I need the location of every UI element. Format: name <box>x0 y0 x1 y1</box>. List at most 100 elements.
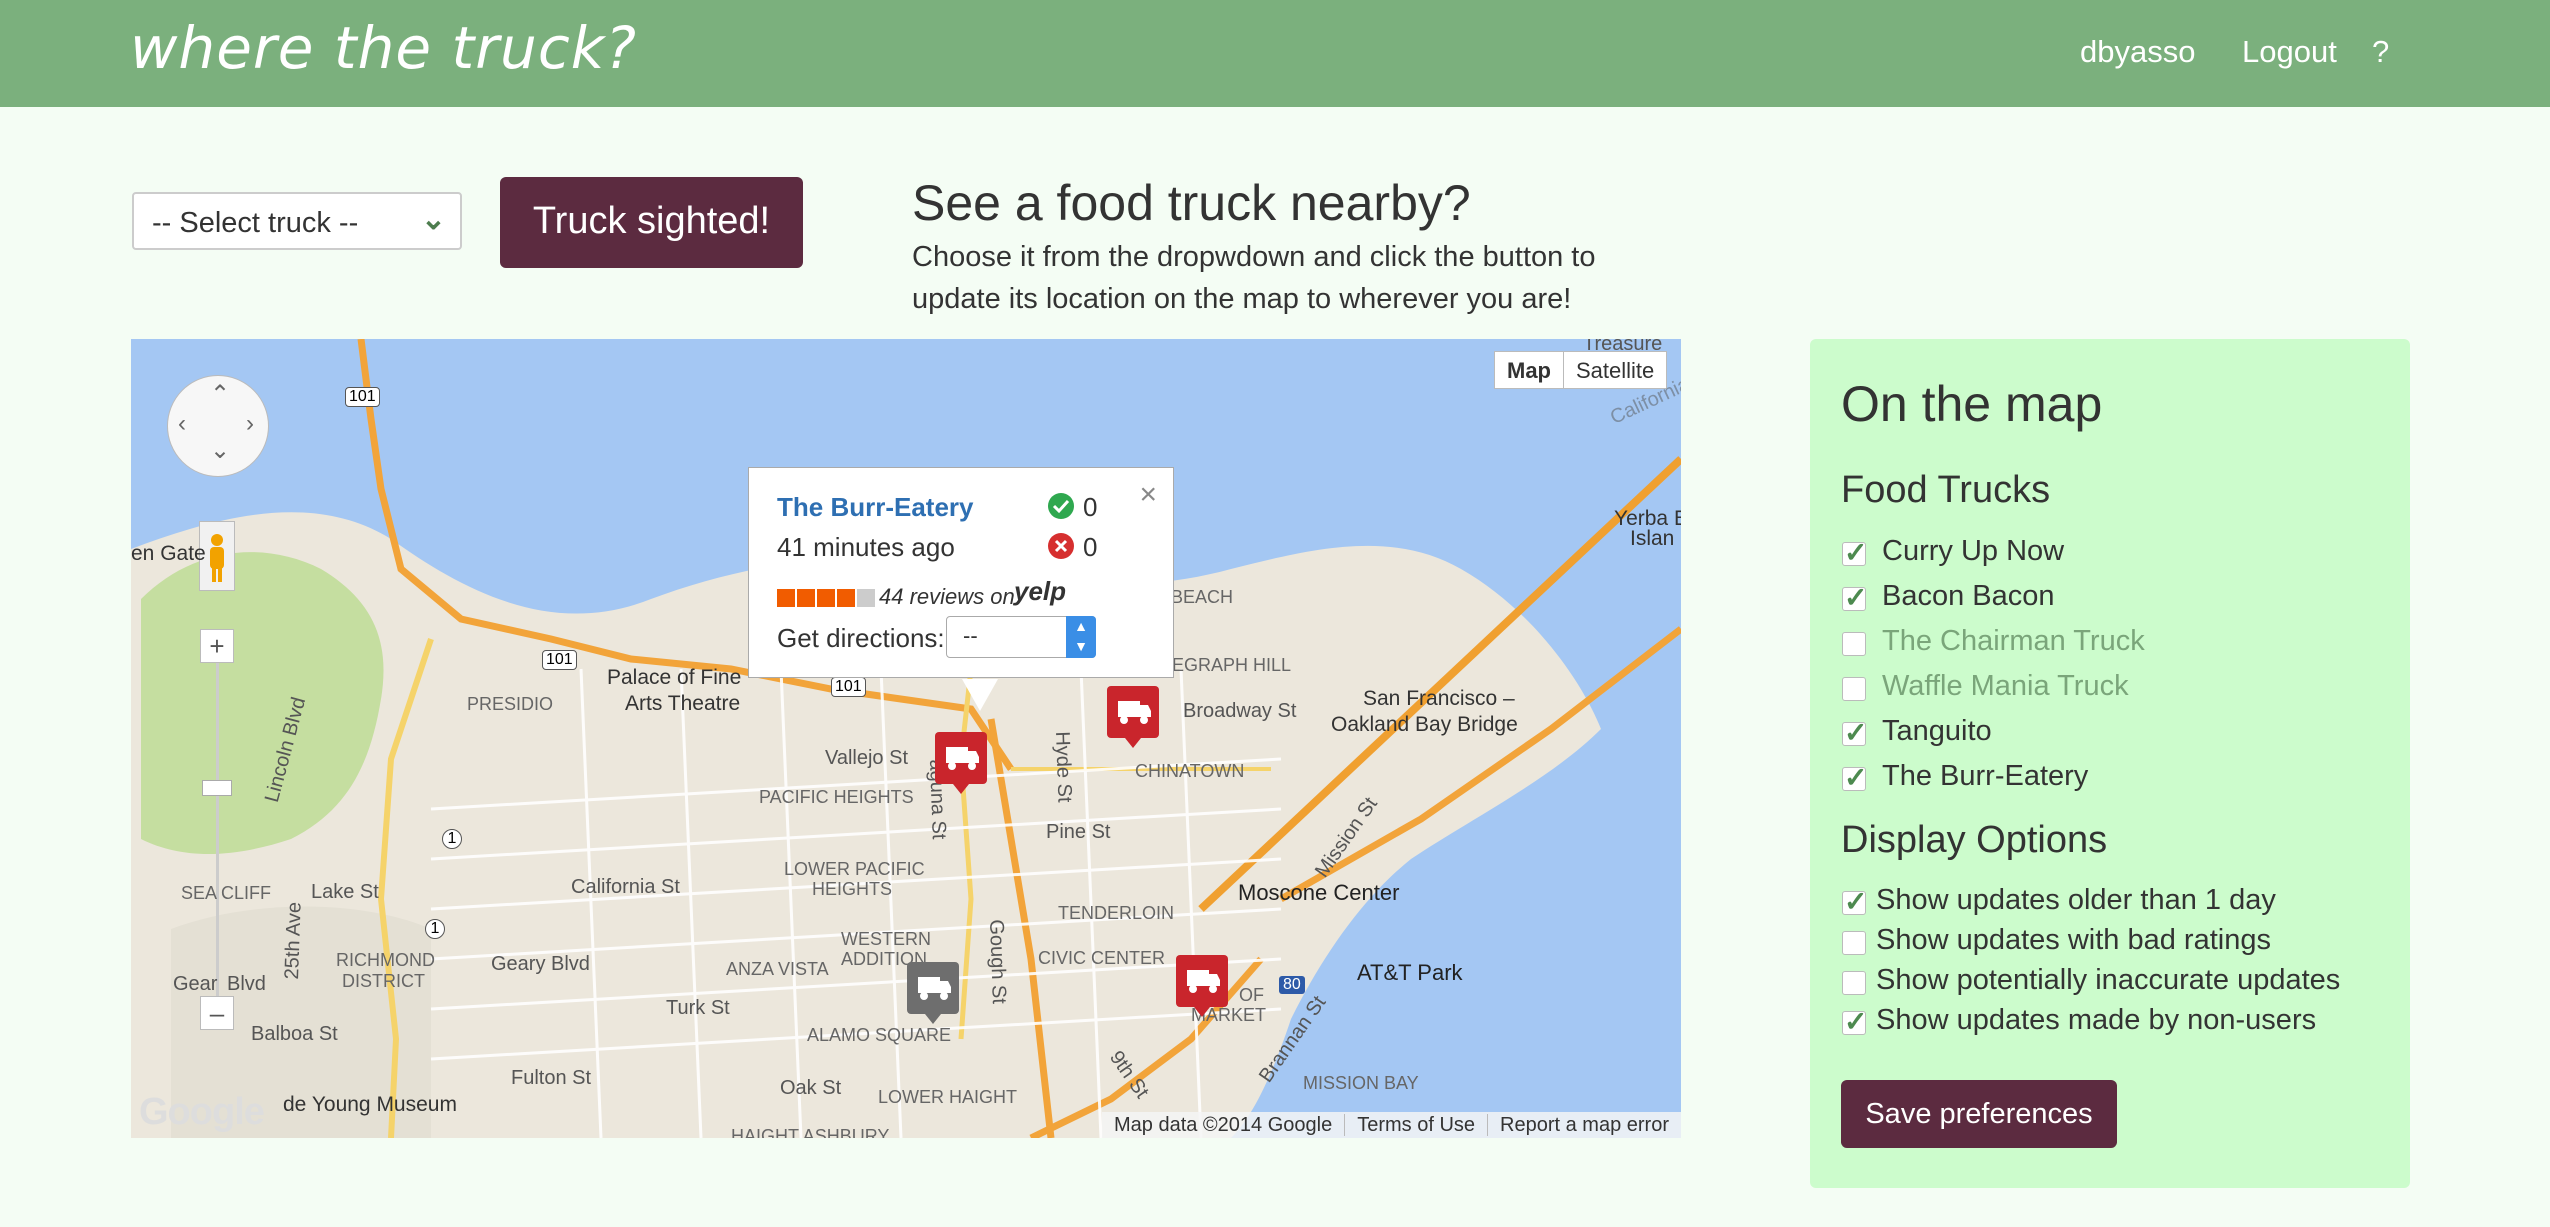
intro-title: See a food truck nearby? <box>912 175 1471 231</box>
nav-logout-link[interactable]: Logout <box>2242 34 2337 70</box>
select-arrows-icon: ▲ ▼ <box>1066 616 1096 658</box>
truck-marker-burr-eatery[interactable] <box>934 731 988 794</box>
popup-directions-label: Get directions: <box>777 623 945 653</box>
map-label-blvd: Blvd <box>227 973 266 995</box>
food-trucks-heading: Food Trucks <box>1841 469 2051 511</box>
map-label-western-1: WESTERN <box>841 929 931 949</box>
downvote-x-icon[interactable] <box>1047 532 1075 560</box>
map-label-broadway: Broadway St <box>1183 700 1297 722</box>
hwy-1-shield: 1 <box>425 919 445 939</box>
pan-left-icon[interactable]: ‹ <box>178 410 186 438</box>
checkbox[interactable] <box>1842 677 1866 701</box>
map-label-anza-vista: ANZA VISTA <box>726 959 829 979</box>
checkbox[interactable]: ✓ <box>1842 886 1867 917</box>
truck-filter-label: Bacon Bacon <box>1882 580 2055 612</box>
map-label-oak: Oak St <box>780 1077 842 1099</box>
terms-of-use-link[interactable]: Terms of Use <box>1344 1114 1488 1136</box>
checkbox[interactable] <box>1842 632 1866 656</box>
save-preferences-button[interactable]: Save preferences <box>1841 1080 2117 1148</box>
navbar: where the truck? dbyasso Logout ? <box>0 0 2550 107</box>
map-label-bay-bridge-1: San Francisco – <box>1363 687 1515 710</box>
map-label-chinatown: CHINATOWN <box>1135 761 1245 781</box>
option-label: Show updates with bad ratings <box>1876 924 2271 956</box>
truck-select[interactable]: -- Select truck -- ⌄ <box>132 192 462 250</box>
upvote-check-icon[interactable] <box>1047 492 1075 520</box>
map[interactable]: Map Satellite ⌃ ⌄ ‹ › + – PRESIDIO Palac… <box>131 339 1681 1138</box>
checkbox[interactable] <box>1842 931 1866 955</box>
pan-right-icon[interactable]: › <box>246 410 254 438</box>
upvote-count: 0 <box>1083 492 1098 522</box>
checkbox[interactable]: ✓ <box>1842 1006 1867 1037</box>
directions-select[interactable]: -- ▲ ▼ <box>946 616 1096 658</box>
truck-filter-label: The Burr-Eatery <box>1882 760 2089 792</box>
map-label-golden-gate: en Gate <box>131 542 206 565</box>
map-type-map-button[interactable]: Map <box>1494 351 1564 389</box>
truck-filter-label: Waffle Mania Truck <box>1882 670 2129 702</box>
yelp-logo[interactable]: yelp <box>1014 576 1066 607</box>
map-data-credit: Map data ©2014 Google <box>1113 1114 1333 1136</box>
map-type-satellite-button[interactable]: Satellite <box>1563 351 1668 389</box>
map-label-presidio: PRESIDIO <box>467 694 554 714</box>
checkbox[interactable]: ✓ <box>1842 762 1867 793</box>
checkbox[interactable]: ✓ <box>1842 537 1867 568</box>
truck-info-popup: The Burr-Eatery 41 minutes ago 0 0 × 44 … <box>748 467 1174 711</box>
rating-stars-icon <box>777 589 875 607</box>
zoom-in-button[interactable]: + <box>200 629 234 663</box>
truck-marker[interactable] <box>1106 685 1160 748</box>
truck-marker[interactable] <box>1175 954 1229 1017</box>
truck-marker-old[interactable] <box>906 961 960 1024</box>
map-label-richmond-2: DISTRICT <box>342 971 425 991</box>
map-label-geary: Geary Blvd <box>491 953 590 975</box>
map-label-alamo-square: ALAMO SQUARE <box>807 1025 952 1045</box>
map-label-att-park: AT&T Park <box>1357 960 1463 985</box>
pan-down-icon[interactable]: ⌄ <box>210 436 230 465</box>
map-label-hyde: Hyde St <box>1051 731 1076 803</box>
map-label-lower-pacific-2: HEIGHTS <box>812 879 893 899</box>
hwy-80-shield: 80 <box>1279 976 1305 994</box>
intro-text: Choose it from the dropwdown and click t… <box>912 241 1596 315</box>
map-label-arts: Arts Theatre <box>625 692 741 715</box>
map-label-palace: Palace of Fine <box>607 666 742 689</box>
map-label-fulton: Fulton St <box>511 1067 592 1089</box>
google-logo: Google <box>139 1091 265 1133</box>
map-label-lower-pacific-1: LOWER PACIFIC <box>784 859 925 879</box>
map-label-pacific-heights: PACIFIC HEIGHTS <box>759 787 914 807</box>
zoom-slider-thumb[interactable] <box>202 780 232 796</box>
brand-logo[interactable]: where the truck? <box>130 14 637 82</box>
nav-user-link[interactable]: dbyasso <box>2080 34 2195 70</box>
zoom-track <box>216 643 219 1013</box>
pan-control[interactable]: ⌃ ⌄ ‹ › <box>167 375 269 477</box>
popup-truck-name[interactable]: The Burr-Eatery <box>777 492 974 523</box>
map-label-lower-haight: LOWER HAIGHT <box>878 1087 1018 1107</box>
map-label-pine: Pine St <box>1046 821 1111 843</box>
report-error-link[interactable]: Report a map error <box>1487 1114 1681 1136</box>
truck-filter-label: The Chairman Truck <box>1882 625 2145 657</box>
popup-time: 41 minutes ago <box>777 532 955 562</box>
option-label: Show updates older than 1 day <box>1876 884 2276 916</box>
truck-filter-label: Tanguito <box>1882 715 1992 747</box>
map-label-bay-bridge-2: Oakland Bay Bridge <box>1331 713 1518 736</box>
nav-help-link[interactable]: ? <box>2372 34 2389 70</box>
map-label-yerba-2: Islan <box>1630 527 1675 550</box>
directions-select-value: -- <box>963 623 978 648</box>
pan-up-icon[interactable]: ⌃ <box>210 380 230 409</box>
map-label-beach: BEACH <box>1171 587 1234 607</box>
chevron-down-icon: ⌄ <box>420 203 446 236</box>
hwy-101-shield: 101 <box>345 387 380 407</box>
map-label-treasure: Treasure <box>1583 339 1663 355</box>
hwy-101-shield: 101 <box>542 650 577 670</box>
checkbox[interactable]: ✓ <box>1842 717 1867 748</box>
checkbox[interactable] <box>1842 971 1866 995</box>
checkbox[interactable]: ✓ <box>1842 582 1867 613</box>
zoom-out-button[interactable]: – <box>200 996 234 1030</box>
hwy-101-shield: 101 <box>831 677 866 697</box>
map-label-lake: Lake St <box>311 881 379 903</box>
map-label-moscone: Moscone Center <box>1238 880 1400 905</box>
truck-sighted-button[interactable]: Truck sighted! <box>500 177 803 268</box>
popup-tail <box>962 679 998 711</box>
popup-close-icon[interactable]: × <box>1139 478 1157 512</box>
display-options-heading: Display Options <box>1841 819 2108 861</box>
hwy-1-shield: 1 <box>442 829 462 849</box>
truck-filter-label: Curry Up Now <box>1882 535 2065 567</box>
option-label: Show updates made by non-users <box>1876 1004 2317 1036</box>
